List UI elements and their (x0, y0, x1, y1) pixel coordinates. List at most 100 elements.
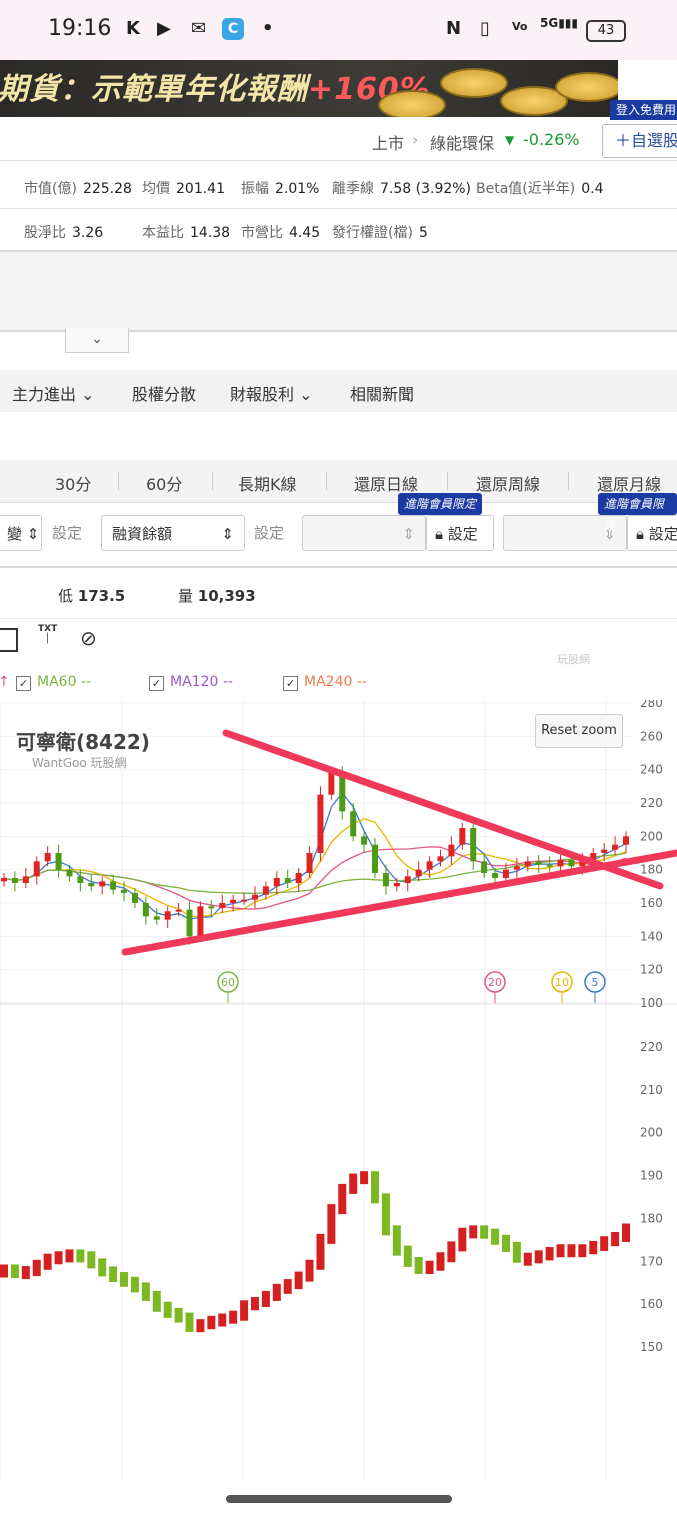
candle-body (623, 836, 629, 845)
moving-average-lines (3, 791, 627, 920)
period-adj-monthly[interactable]: 還原月線 (597, 471, 661, 495)
price-tick-label: 140 (640, 929, 663, 943)
home-indicator[interactable] (226, 1495, 452, 1503)
price-tick-label: 180 (640, 863, 663, 877)
candle-body (142, 903, 149, 917)
indicator-select-1[interactable]: 變 ⇕ (0, 515, 42, 551)
browser-icon: C (222, 18, 244, 40)
candle-body (153, 916, 160, 920)
ma-markers: 60 20 10 5 (217, 971, 606, 1003)
indicator-bar (512, 1241, 521, 1263)
candle-body (208, 906, 215, 909)
candle-body (219, 903, 226, 908)
indicator-bar (152, 1290, 161, 1312)
tab-main-force[interactable]: 主力進出 ⌄ (12, 381, 95, 405)
youtube-icon: ▶ (157, 18, 171, 39)
indicator-bar (523, 1252, 532, 1266)
period-30min[interactable]: 30分 (55, 471, 91, 495)
stat-ps: 市營比 4.45 (241, 225, 321, 241)
candle-body (339, 773, 346, 812)
lock-icon: 🔒︎ (636, 525, 644, 543)
lower-tick-label: 210 (640, 1083, 663, 1097)
lower-tick-label: 190 (640, 1169, 663, 1183)
login-free-tag[interactable]: 登入免費用 (610, 100, 677, 120)
indicator-bar (381, 1193, 390, 1236)
period-60min[interactable]: 60分 (146, 471, 182, 495)
exchange-link[interactable]: 上市 (372, 130, 404, 154)
candle-body (186, 909, 193, 937)
indicator-bar (414, 1256, 423, 1275)
candle-body (273, 878, 280, 887)
hide-eye-icon[interactable]: ⊘ (80, 626, 97, 650)
indicator-bar (567, 1244, 576, 1258)
promo-banner[interactable]: 期貨：示範單年化報酬+160% (0, 60, 618, 117)
ma-line (3, 818, 627, 918)
stat-beta: Beta值(近半年) 0.4 (476, 181, 604, 197)
lower-indicator-bars (0, 1171, 630, 1333)
candle-body (295, 873, 302, 883)
candle-body (175, 909, 182, 912)
text-tool-icon[interactable]: TXT │ (38, 624, 57, 644)
set-button-2[interactable]: 設定 (254, 515, 284, 551)
legend-ma60[interactable]: ✓ MA60 -- (16, 674, 91, 691)
candle-body (535, 861, 542, 865)
candle-body (393, 883, 400, 887)
trendline-upper (222, 729, 664, 890)
candle-body (513, 866, 520, 870)
candle-body (33, 861, 40, 877)
candle-body (492, 873, 499, 878)
vip-only-badge: 進階會員限定 (398, 493, 483, 515)
price-tick-label: 100 (640, 996, 663, 1010)
indicator-bar (349, 1173, 358, 1194)
banner-text: 期貨：示範單年化報酬+160% (0, 72, 431, 107)
indicator-bar (360, 1171, 369, 1185)
locked-set-button-1[interactable]: 🔒︎ 設定 (426, 515, 494, 551)
stock-chart[interactable]: 280 260 240 220 200 180 160 140 120 100 220 210 200… (0, 700, 677, 1480)
candle-body (306, 853, 313, 873)
period-long-k[interactable]: 長期K線 (238, 471, 297, 495)
coin-icon (378, 90, 446, 117)
indicator-bar (54, 1251, 63, 1265)
locked-select-1[interactable]: ⇕ (302, 515, 426, 551)
candle-body (131, 893, 138, 903)
sector-link[interactable]: 綠能環保 (430, 130, 494, 154)
tab-financials[interactable]: 財報股利 ⌄ (230, 381, 313, 405)
reset-zoom-button[interactable]: Reset zoom (535, 714, 623, 748)
chart-title: 可寧衛(8422) (16, 730, 150, 754)
lower-tick-label: 170 (640, 1254, 663, 1268)
lower-tick-label: 180 (640, 1211, 663, 1225)
candle-body (470, 828, 477, 862)
legend-ma120[interactable]: ✓ MA120 -- (149, 674, 233, 691)
candle-body (350, 811, 357, 837)
candle-body (404, 876, 411, 883)
indicator-bar (316, 1233, 325, 1270)
stat-market-cap: 市值(億) 225.28 (24, 181, 132, 197)
candle-body (230, 899, 237, 903)
locked-set-button-2[interactable]: 🔒︎ 設定 (627, 515, 677, 551)
indicator-bar (600, 1236, 609, 1251)
price-tick-label: 220 (640, 796, 663, 810)
indicator-select-2[interactable]: 融資餘額 ⇕ (101, 515, 245, 551)
tab-news[interactable]: 相關新聞 (350, 381, 414, 405)
low-price: 低 173.5 (58, 587, 126, 605)
market-line: 上市 › 綠能環保 ▼ -0.26% (0, 124, 677, 161)
stat-pe: 本益比 14.38 (142, 225, 231, 241)
period-adj-daily[interactable]: 還原日線 (354, 471, 418, 495)
quote-info-line: 低 173.5 量 10,393 (0, 566, 677, 619)
candle-body (110, 881, 117, 890)
candle-body (601, 849, 608, 853)
set-button-1[interactable]: 設定 (52, 515, 82, 551)
ma-marker-label: 5 (592, 976, 599, 989)
candle-body (557, 859, 564, 867)
candle-body (546, 864, 553, 867)
period-selector: 30分 60分 長期K線 還原日線 還原周線 還原月線 (0, 460, 677, 503)
divider (212, 472, 213, 490)
expand-chevron-button[interactable]: ⌄ (65, 328, 129, 353)
wantgoo-watermark: 玩股網 (557, 653, 590, 666)
legend-ma240[interactable]: ✓ MA240 -- (283, 674, 367, 691)
indicator-bar (185, 1312, 194, 1333)
tab-shareholding[interactable]: 股權分散 (132, 381, 196, 405)
add-favorite-button[interactable]: ＋自選股 (602, 124, 677, 158)
period-adj-weekly[interactable]: 還原周線 (476, 471, 540, 495)
rectangle-tool-icon[interactable] (0, 628, 18, 652)
